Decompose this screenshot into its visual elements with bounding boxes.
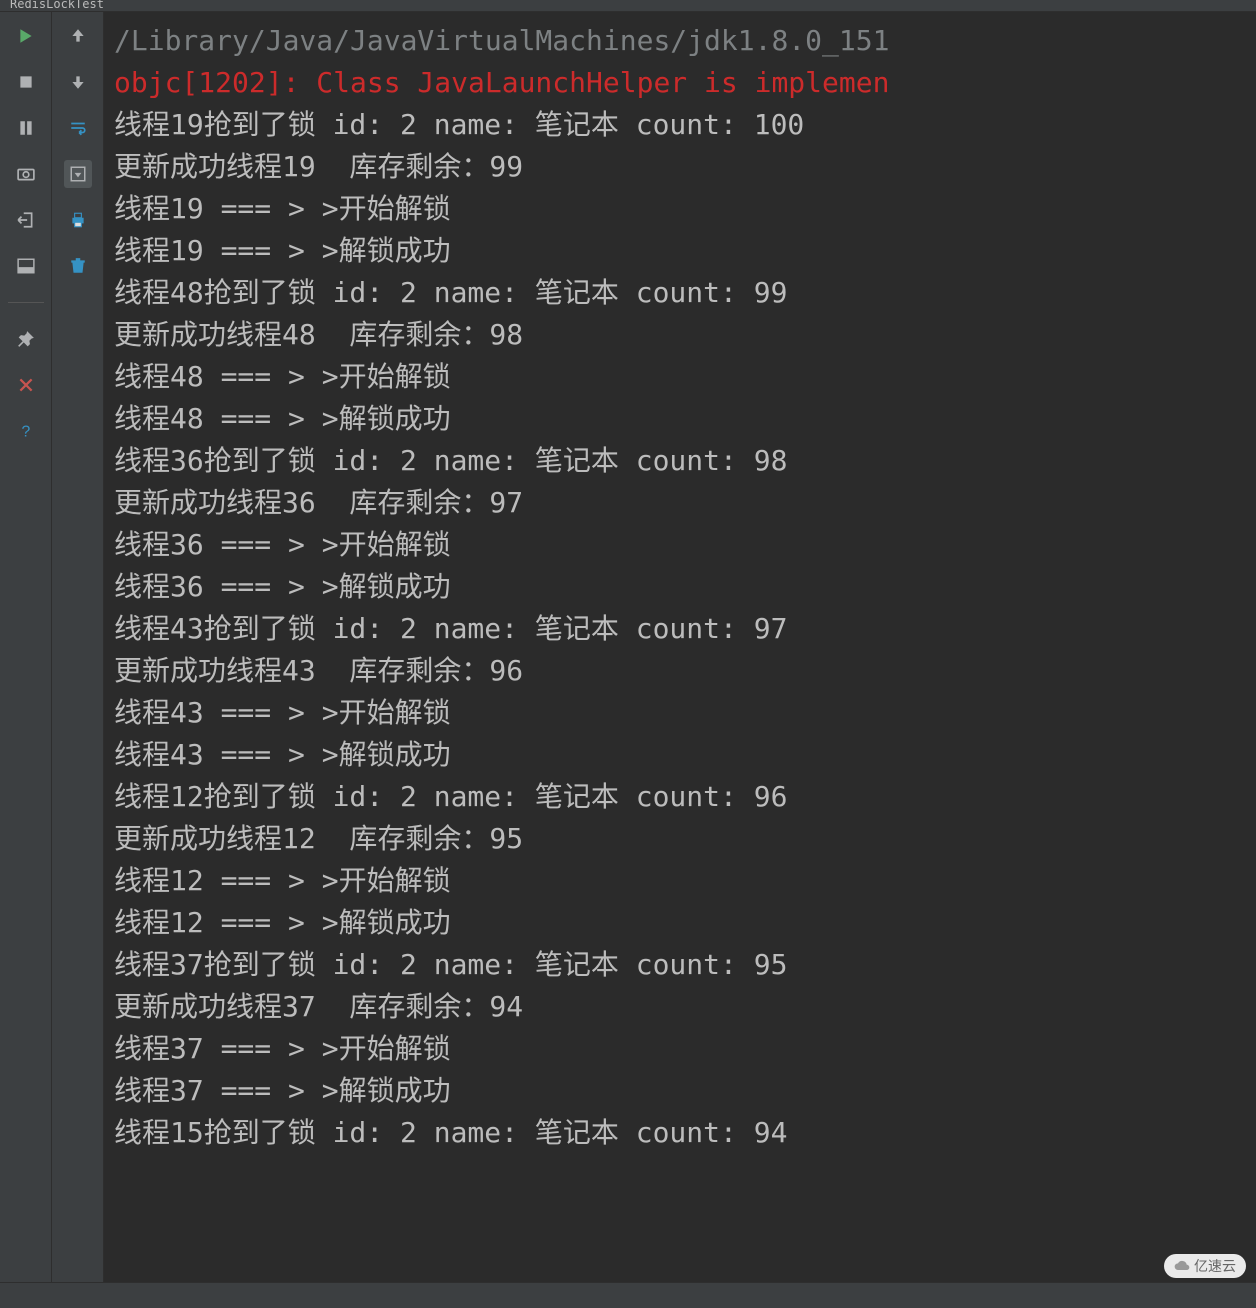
up-button[interactable] (64, 22, 92, 50)
layout-icon (17, 257, 35, 275)
soft-wrap-button[interactable] (64, 114, 92, 142)
console-line[interactable]: 线程43 === > >解锁成功 (114, 734, 1256, 776)
layout-button[interactable] (12, 252, 40, 280)
console-line[interactable]: 线程43抢到了锁 id: 2 name: 笔记本 count: 97 (114, 608, 1256, 650)
pin-icon (17, 330, 35, 348)
run-button[interactable] (12, 22, 40, 50)
run-body: ? /Library/Java/J (0, 12, 1256, 1282)
stop-icon (17, 73, 35, 91)
arrow-up-icon (69, 27, 87, 45)
print-icon (69, 211, 87, 229)
pause-button[interactable] (12, 114, 40, 142)
close-button[interactable] (12, 371, 40, 399)
console-line[interactable]: 线程19抢到了锁 id: 2 name: 笔记本 count: 100 (114, 104, 1256, 146)
console-line[interactable]: 更新成功线程19 库存剩余：99 (114, 146, 1256, 188)
console-line[interactable]: 线程48抢到了锁 id: 2 name: 笔记本 count: 99 (114, 272, 1256, 314)
console-output[interactable]: /Library/Java/JavaVirtualMachines/jdk1.8… (104, 12, 1256, 1282)
help-icon: ? (17, 422, 35, 440)
console-line[interactable]: /Library/Java/JavaVirtualMachines/jdk1.8… (114, 20, 1256, 62)
run-toolbar-left: ? (0, 12, 52, 1282)
close-icon (17, 376, 35, 394)
soft-wrap-icon (69, 119, 87, 137)
cloud-icon (1174, 1258, 1190, 1274)
print-button[interactable] (64, 206, 92, 234)
down-button[interactable] (64, 68, 92, 96)
console-line[interactable]: 更新成功线程48 库存剩余：98 (114, 314, 1256, 356)
dump-threads-button[interactable] (12, 160, 40, 188)
console-line[interactable]: 线程37 === > >解锁成功 (114, 1070, 1256, 1112)
console-line[interactable]: 线程37抢到了锁 id: 2 name: 笔记本 count: 95 (114, 944, 1256, 986)
console-line[interactable]: 线程12抢到了锁 id: 2 name: 笔记本 count: 96 (114, 776, 1256, 818)
console-line[interactable]: 线程37 === > >开始解锁 (114, 1028, 1256, 1070)
pin-button[interactable] (12, 325, 40, 353)
arrow-down-icon (69, 73, 87, 91)
console-line[interactable]: 线程48 === > >解锁成功 (114, 398, 1256, 440)
console-line[interactable]: 线程12 === > >开始解锁 (114, 860, 1256, 902)
exit-button[interactable] (12, 206, 40, 234)
status-bar (0, 1282, 1256, 1308)
toolbar-divider (8, 302, 44, 303)
console-line[interactable]: 更新成功线程37 库存剩余：94 (114, 986, 1256, 1028)
console-line[interactable]: 线程19 === > >解锁成功 (114, 230, 1256, 272)
console-line[interactable]: 更新成功线程12 库存剩余：95 (114, 818, 1256, 860)
watermark-text: 亿速云 (1194, 1256, 1236, 1276)
console-line[interactable]: 线程36 === > >开始解锁 (114, 524, 1256, 566)
svg-text:?: ? (21, 424, 30, 440)
pause-icon (17, 119, 35, 137)
console-line[interactable]: 线程12 === > >解锁成功 (114, 902, 1256, 944)
console-line[interactable]: 线程48 === > >开始解锁 (114, 356, 1256, 398)
console-line[interactable]: 线程36抢到了锁 id: 2 name: 笔记本 count: 98 (114, 440, 1256, 482)
scroll-to-end-icon (69, 165, 87, 183)
help-button[interactable]: ? (12, 417, 40, 445)
console-text[interactable]: /Library/Java/JavaVirtualMachines/jdk1.8… (114, 20, 1256, 1154)
console-line[interactable]: 线程36 === > >解锁成功 (114, 566, 1256, 608)
console-line[interactable]: 线程19 === > >开始解锁 (114, 188, 1256, 230)
clear-all-button[interactable] (64, 252, 92, 280)
console-line[interactable]: objc[1202]: Class JavaLaunchHelper is im… (114, 62, 1256, 104)
run-toolbar-right (52, 12, 104, 1282)
exit-icon (17, 211, 35, 229)
camera-icon (17, 165, 35, 183)
scroll-to-end-button[interactable] (64, 160, 92, 188)
console-line[interactable]: 线程15抢到了锁 id: 2 name: 笔记本 count: 94 (114, 1112, 1256, 1154)
run-tool-window: RedisLockTest (0, 0, 1256, 1308)
run-icon (17, 27, 35, 45)
stop-button[interactable] (12, 68, 40, 96)
console-line[interactable]: 线程43 === > >开始解锁 (114, 692, 1256, 734)
console-line[interactable]: 更新成功线程36 库存剩余：97 (114, 482, 1256, 524)
run-tab-title[interactable]: RedisLockTest (10, 0, 104, 11)
run-tab-bar: RedisLockTest (0, 0, 1256, 12)
watermark-badge: 亿速云 (1164, 1254, 1246, 1278)
trash-icon (69, 257, 87, 275)
console-line[interactable]: 更新成功线程43 库存剩余：96 (114, 650, 1256, 692)
